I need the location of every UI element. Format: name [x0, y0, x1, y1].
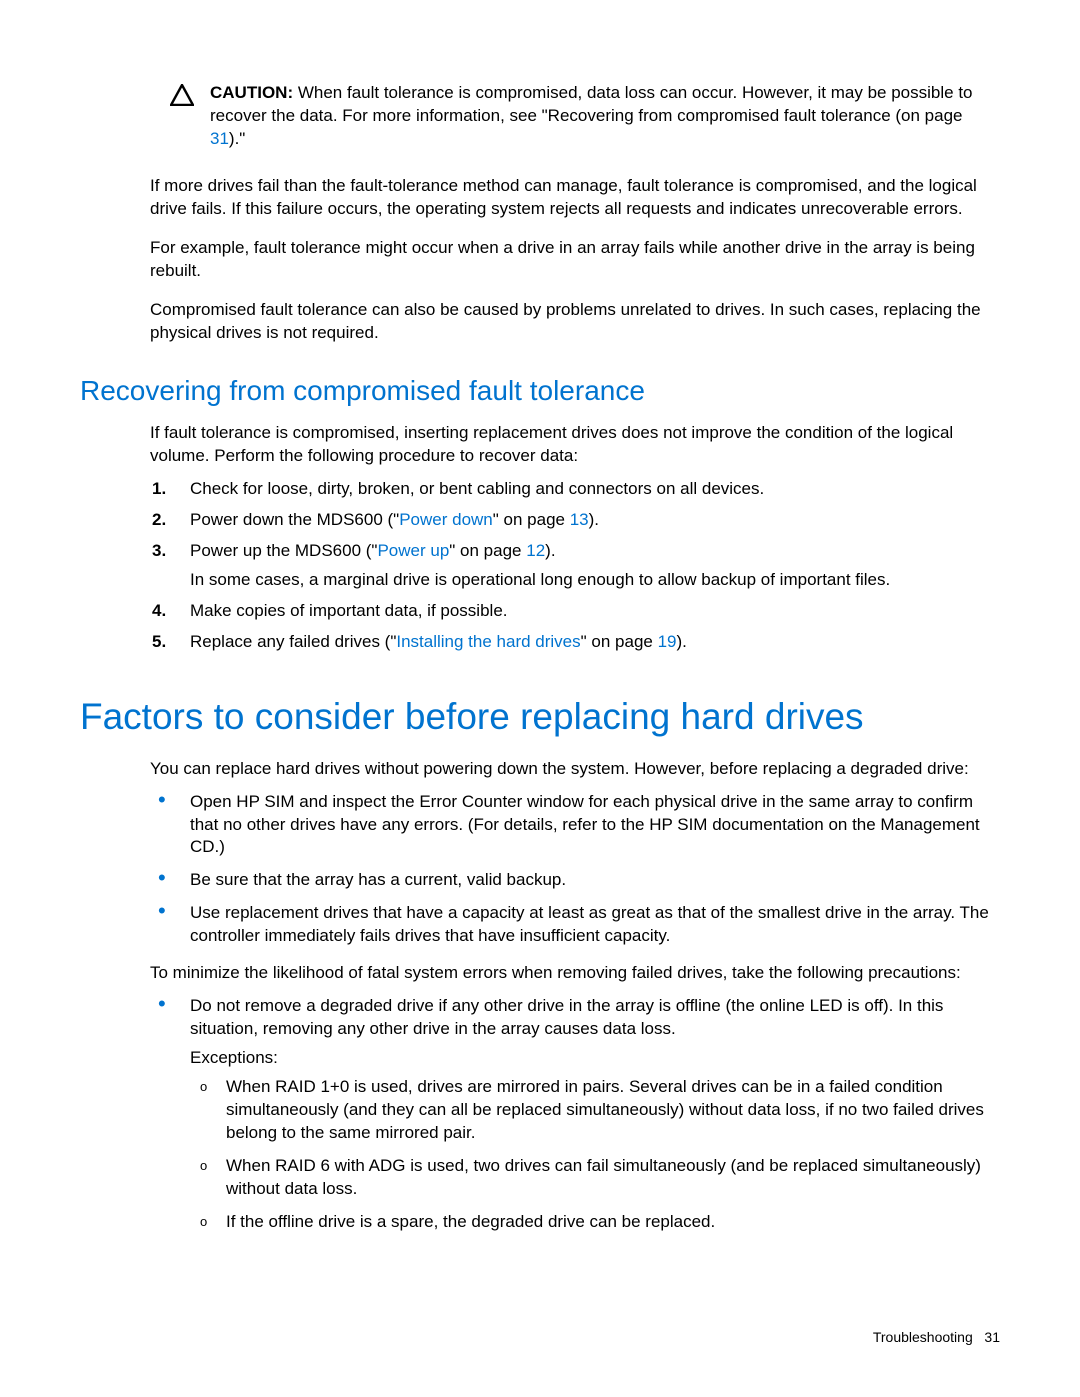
step-text: " on page [581, 632, 658, 651]
paragraph: If more drives fail than the fault-toler… [150, 175, 1000, 221]
paragraph: For example, fault tolerance might occur… [150, 237, 1000, 283]
recovering-intro: If fault tolerance is compromised, inser… [150, 422, 1000, 468]
step-text: " on page [493, 510, 570, 529]
page-link[interactable]: 13 [570, 510, 589, 529]
list-item-text: Do not remove a degraded drive if any ot… [190, 996, 943, 1038]
factors-intro: You can replace hard drives without powe… [150, 758, 1000, 781]
exception-item: When RAID 6 with ADG is used, two drives… [226, 1155, 1000, 1201]
step-text: Power down the MDS600 (" [190, 510, 399, 529]
caution-label: CAUTION: [210, 83, 293, 102]
list-item: Do not remove a degraded drive if any ot… [190, 995, 1000, 1233]
step-2: Power down the MDS600 ("Power down" on p… [190, 509, 1000, 532]
heading-recovering: Recovering from compromised fault tolera… [80, 372, 1000, 410]
caution-page-link[interactable]: 31 [210, 129, 229, 148]
caution-text: CAUTION: When fault tolerance is comprom… [210, 82, 1000, 151]
caution-body-2: )." [229, 129, 245, 148]
page: CAUTION: When fault tolerance is comprom… [0, 0, 1080, 1397]
page-footer: Troubleshooting 31 [873, 1328, 1000, 1347]
step-text: Replace any failed drives (" [190, 632, 396, 651]
paragraph: Compromised fault tolerance can also be … [150, 299, 1000, 345]
step-text: " on page [449, 541, 526, 560]
footer-page-number: 31 [984, 1329, 1000, 1345]
step-3-note: In some cases, a marginal drive is opera… [190, 569, 1000, 592]
power-down-link[interactable]: Power down [399, 510, 493, 529]
caution-icon [170, 84, 194, 113]
list-item: Use replacement drives that have a capac… [190, 902, 1000, 948]
precautions-intro: To minimize the likelihood of fatal syst… [150, 962, 1000, 985]
step-4: Make copies of important data, if possib… [190, 600, 1000, 623]
step-text: ). [589, 510, 599, 529]
step-text: Power up the MDS600 (" [190, 541, 377, 560]
factors-list-2: Do not remove a degraded drive if any ot… [150, 995, 1000, 1233]
caution-body-1: When fault tolerance is compromised, dat… [210, 83, 973, 125]
power-up-link[interactable]: Power up [377, 541, 449, 560]
step-text: Check for loose, dirty, broken, or bent … [190, 479, 764, 498]
exception-item: If the offline drive is a spare, the deg… [226, 1211, 1000, 1234]
recovering-steps-list: Check for loose, dirty, broken, or bent … [150, 478, 1000, 654]
step-5: Replace any failed drives ("Installing t… [190, 631, 1000, 654]
step-text: ). [677, 632, 687, 651]
step-1: Check for loose, dirty, broken, or bent … [190, 478, 1000, 501]
factors-list-1: Open HP SIM and inspect the Error Counte… [150, 791, 1000, 949]
caution-callout: CAUTION: When fault tolerance is comprom… [170, 82, 1000, 151]
exception-item: When RAID 1+0 is used, drives are mirror… [226, 1076, 1000, 1145]
exceptions-list: When RAID 1+0 is used, drives are mirror… [190, 1076, 1000, 1234]
list-item: Be sure that the array has a current, va… [190, 869, 1000, 892]
page-link[interactable]: 19 [658, 632, 677, 651]
footer-section: Troubleshooting [873, 1329, 973, 1345]
installing-drives-link[interactable]: Installing the hard drives [396, 632, 580, 651]
list-item: Open HP SIM and inspect the Error Counte… [190, 791, 1000, 860]
step-text: ). [545, 541, 555, 560]
step-text: Make copies of important data, if possib… [190, 601, 508, 620]
page-link[interactable]: 12 [526, 541, 545, 560]
exceptions-label: Exceptions: [190, 1047, 1000, 1070]
heading-factors: Factors to consider before replacing har… [80, 692, 1000, 742]
step-3: Power up the MDS600 ("Power up" on page … [190, 540, 1000, 592]
